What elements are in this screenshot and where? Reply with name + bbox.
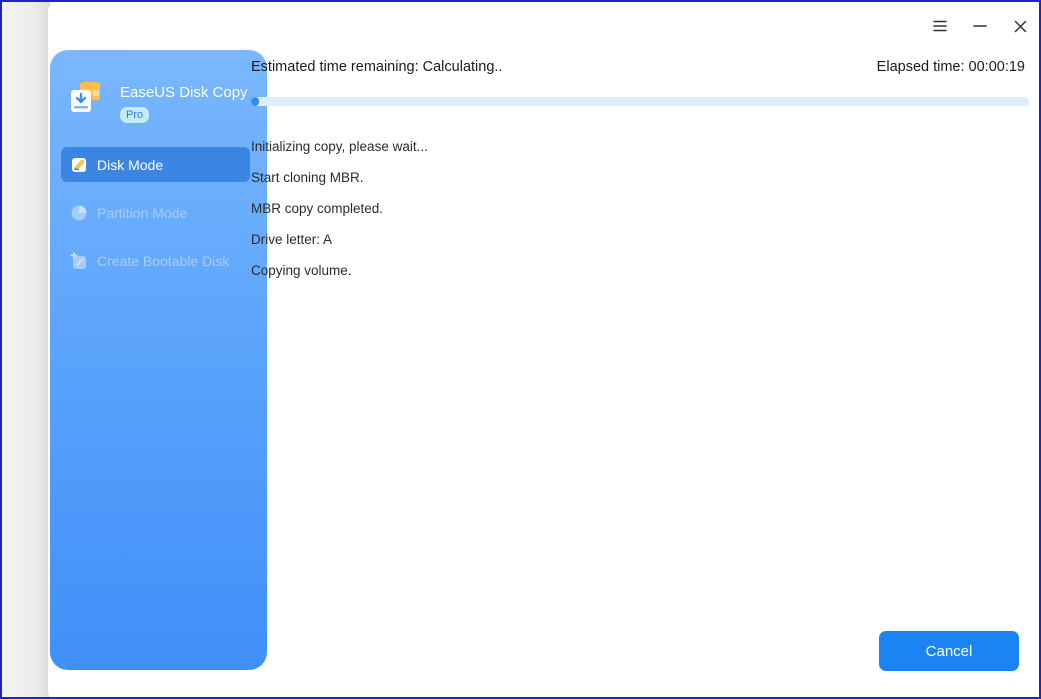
app-logo-icon bbox=[71, 82, 100, 112]
app-name: EaseUS Disk Copy bbox=[120, 84, 248, 101]
sidebar: EaseUS Disk Copy Pro Disk Mode Partition… bbox=[50, 50, 267, 670]
log-list: Initializing copy, please wait... Start … bbox=[251, 138, 428, 293]
progress-bar-fill bbox=[251, 97, 259, 106]
sidebar-item-create-bootable-disk[interactable]: Create Bootable Disk bbox=[61, 243, 250, 278]
log-line: MBR copy completed. bbox=[251, 201, 384, 216]
cancel-button[interactable]: Cancel bbox=[879, 631, 1019, 671]
estimated-time-label: Estimated time remaining: Calculating.. bbox=[251, 59, 503, 75]
minimize-button[interactable] bbox=[968, 14, 992, 38]
minimize-icon bbox=[973, 25, 987, 27]
log-line: Copying volume. bbox=[251, 263, 352, 278]
edition-badge: Pro bbox=[120, 107, 150, 123]
app-window: EaseUS Disk Copy Pro Disk Mode Partition… bbox=[48, 2, 1039, 697]
progress-bar bbox=[251, 97, 1029, 106]
sidebar-item-label: Disk Mode bbox=[97, 156, 164, 173]
elapsed-time-label: Elapsed time: 00:00:19 bbox=[876, 59, 1025, 75]
close-button[interactable] bbox=[1008, 14, 1032, 38]
close-icon bbox=[1014, 20, 1026, 32]
log-line: Drive letter: A bbox=[251, 232, 333, 247]
pie-chart-icon bbox=[71, 205, 87, 220]
bootable-disk-icon bbox=[70, 251, 86, 269]
sidebar-item-label: Create Bootable Disk bbox=[97, 252, 230, 269]
menu-button[interactable] bbox=[928, 14, 952, 38]
sidebar-item-partition-mode[interactable]: Partition Mode bbox=[61, 195, 250, 230]
background-window-edge bbox=[2, 2, 50, 697]
screenshot-frame: EaseUS Disk Copy Pro Disk Mode Partition… bbox=[0, 0, 1041, 699]
log-line: Start cloning MBR. bbox=[251, 170, 364, 185]
sidebar-item-label: Partition Mode bbox=[97, 204, 188, 221]
hamburger-menu-icon bbox=[933, 20, 947, 32]
disk-icon bbox=[72, 157, 86, 172]
log-line: Initializing copy, please wait... bbox=[251, 139, 428, 154]
sidebar-item-disk-mode[interactable]: Disk Mode bbox=[61, 147, 250, 182]
